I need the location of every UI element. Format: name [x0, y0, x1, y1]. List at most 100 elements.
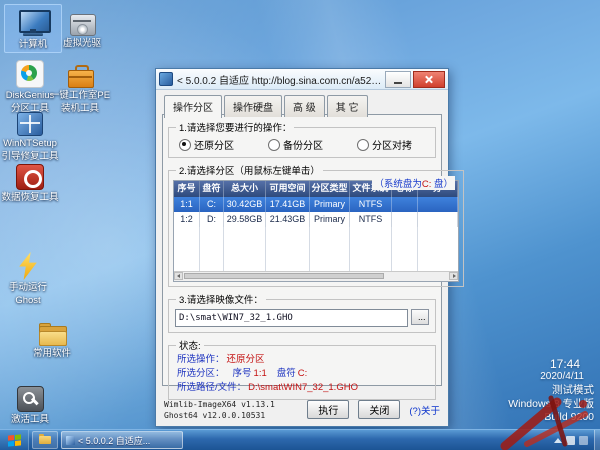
operation-radios: 还原分区 备份分区 分区对拷 — [173, 135, 431, 153]
cell — [418, 212, 458, 227]
partition-legend: 2.请选择分区（用鼠标左键单击） — [176, 163, 323, 177]
scroll-thumb[interactable] — [184, 273, 384, 279]
cell: 17.41GB — [266, 197, 310, 212]
desktop-icon-data-recovery[interactable]: 数据恢复工具 — [2, 158, 58, 205]
desktop-icon-winntsetup[interactable]: WinNTSetup 引导修复工具 — [2, 104, 58, 164]
col-header[interactable]: 盘符 — [200, 181, 224, 197]
radio-checked-icon — [179, 139, 191, 151]
ghost-bolt-icon — [17, 250, 39, 280]
desktop-icon-label: DiskGenius — [6, 90, 55, 101]
tray-icon-2[interactable] — [579, 436, 588, 445]
image-file-legend: 3.请选择映像文件： — [176, 292, 266, 306]
status-value: 1:1 — [254, 368, 267, 379]
image-file-group: 3.请选择映像文件： ... — [168, 292, 436, 333]
cell: 30.42GB — [224, 197, 266, 212]
key-icon — [17, 382, 44, 412]
radio-icon — [268, 139, 280, 151]
tab-advanced[interactable]: 高 级 — [284, 95, 325, 117]
col-header[interactable]: 总大小 — [224, 181, 266, 197]
status-row-partition: 所选分区：序号1:1盘符C: — [173, 367, 431, 381]
operation-group: 1.请选择您要进行的操作： 还原分区 备份分区 分区对拷 — [168, 120, 436, 158]
desktop-icon-pe-toolbox[interactable]: 一键工作室PE 装机工具 — [52, 56, 108, 116]
table-row-selected[interactable]: 1:1 C: 30.42GB 17.41GB Primary NTFS — [174, 197, 458, 212]
desktop-icon-virtual-drive[interactable]: 虚拟光驱 — [54, 4, 110, 51]
desktop-icon-common-software[interactable]: 常用软件 — [24, 314, 80, 361]
taskbar-app-label: < 5.0.0.2 自适应... — [78, 434, 150, 447]
tab-operate-partition[interactable]: 操作分区 — [164, 95, 222, 118]
hint-drive-letter: C: — [422, 179, 432, 190]
file-row: ... — [173, 307, 431, 328]
toolbox-icon — [67, 58, 93, 88]
radio-label: 还原分区 — [194, 137, 234, 152]
system-tray — [554, 436, 588, 445]
desktop-icon-label-2: 装机工具 — [61, 103, 99, 114]
radio-label: 备份分区 — [283, 137, 323, 152]
desktop-icon-label: 一键工作室PE — [50, 90, 110, 101]
hint-text: （系统盘为 — [374, 179, 422, 190]
col-header[interactable]: 序号 — [174, 181, 200, 197]
minimize-button[interactable] — [385, 71, 411, 88]
desktop-icon-activation-tool[interactable]: 激活工具 — [2, 380, 58, 427]
col-header[interactable]: 可用空间 — [266, 181, 310, 197]
status-legend: 状态: — [176, 338, 204, 352]
radio-copy-partition[interactable]: 分区对拷 — [357, 137, 412, 152]
radio-icon — [357, 139, 369, 151]
status-sublabel: 盘符 — [277, 368, 296, 379]
tab-operate-disk[interactable]: 操作硬盘 — [224, 95, 282, 117]
execute-button[interactable]: 执行 — [307, 400, 349, 419]
scroll-left-arrow[interactable] — [174, 272, 183, 280]
table-empty-area — [174, 227, 458, 271]
status-label: 所选路径/文件： — [177, 382, 246, 393]
radio-backup-partition[interactable]: 备份分区 — [268, 137, 323, 152]
window-titlebar[interactable]: < 5.0.0.2 自适应 http://blog.sina.com.cn/a5… — [156, 69, 448, 90]
browse-button[interactable]: ... — [411, 309, 429, 325]
data-recovery-icon — [16, 160, 44, 190]
about-link[interactable]: (?)关于 — [409, 403, 440, 417]
system-watermark: 17:44 2020/4/11 测试模式 Windows 8 专业版 Build… — [508, 357, 594, 425]
status-value: C: — [298, 368, 308, 379]
desktop-icon-label: 常用软件 — [33, 348, 71, 359]
desktop-icon-label: 手动运行 — [9, 282, 47, 293]
desktop-icon-label: 数据恢复工具 — [2, 192, 59, 203]
status-sublabel: 序号 — [233, 368, 252, 379]
close-dialog-button[interactable]: 关闭 — [358, 400, 400, 419]
taskbar-app-button[interactable]: < 5.0.0.2 自适应... — [61, 431, 183, 449]
table-row[interactable]: 1:2 D: 29.58GB 21.43GB Primary NTFS — [174, 212, 458, 227]
cell: Primary — [310, 212, 350, 227]
desktop-icon-label: WinNTSetup — [3, 138, 57, 149]
close-button[interactable] — [413, 71, 445, 88]
tray-expand-icon[interactable] — [554, 438, 562, 443]
windows-logo-icon — [8, 434, 21, 446]
version-line-2: Ghost64 v12.0.0.10531 — [164, 410, 275, 421]
tray-icon-1[interactable] — [566, 436, 575, 445]
radio-restore-partition[interactable]: 还原分区 — [179, 137, 234, 152]
desktop-icon-label: 激活工具 — [11, 414, 49, 425]
watermark-os: Windows 8 专业版 — [508, 398, 594, 412]
version-line-1: Wimlib-ImageX64 v1.13.1 — [164, 399, 275, 410]
tab-bar: 操作分区 操作硬盘 高 级 其 它 — [156, 90, 448, 117]
cell — [418, 197, 458, 212]
desktop-icon-manual-ghost[interactable]: 手动运行 Ghost — [0, 248, 56, 308]
tab-others[interactable]: 其 它 — [327, 95, 368, 117]
taskbar-explorer-button[interactable] — [32, 431, 58, 449]
folder-icon — [38, 316, 66, 346]
status-label: 所选操作： — [177, 354, 225, 365]
desktop: 计算机 虚拟光驱 DiskGenius 分区工具 一键工作室PE 装机工具 Wi… — [0, 0, 600, 450]
status-row-operation: 所选操作：还原分区 — [173, 353, 431, 367]
desktop-icon-label-2: Ghost — [15, 295, 40, 306]
start-button[interactable] — [0, 430, 29, 450]
cell: NTFS — [350, 197, 392, 212]
virtual-drive-icon — [69, 6, 95, 36]
image-file-input[interactable] — [175, 309, 408, 327]
desktop-icon-label: 计算机 — [19, 39, 48, 50]
desktop-icon-label: 虚拟光驱 — [63, 38, 101, 49]
col-header[interactable]: 分区类型 — [310, 181, 350, 197]
horizontal-scrollbar[interactable] — [174, 271, 458, 281]
cell: 1:1 — [174, 197, 200, 212]
partition-group: 2.请选择分区（用鼠标左键单击） （系统盘为C: 盘） 序号 盘符 总大小 可用… — [168, 163, 464, 287]
show-desktop-button[interactable] — [594, 430, 600, 450]
scroll-right-arrow[interactable] — [449, 272, 458, 280]
cell: C: — [200, 197, 224, 212]
app-icon-small — [66, 436, 75, 445]
folder-icon — [39, 436, 51, 444]
